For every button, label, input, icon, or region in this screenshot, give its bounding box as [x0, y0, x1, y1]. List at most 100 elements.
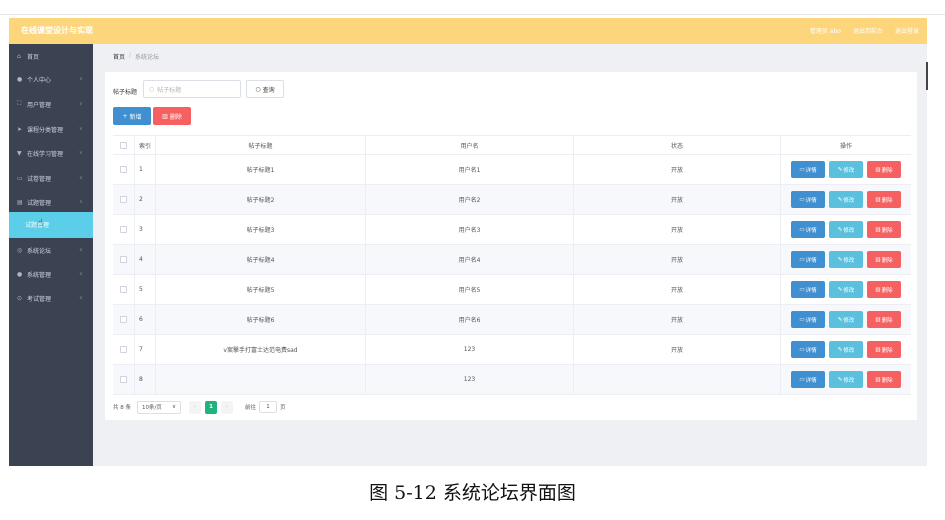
- forum-icon: ◎: [17, 246, 23, 254]
- cell-status: 开放: [574, 155, 781, 184]
- delete-button[interactable]: ▥ 删除: [867, 371, 901, 388]
- detail-button[interactable]: ▭ 详情: [791, 311, 825, 328]
- sidebar-item-exams[interactable]: ⊙ 考试管理 ∨: [9, 288, 93, 308]
- row-checkbox[interactable]: [120, 286, 127, 293]
- pencil-icon: ✎: [837, 316, 843, 323]
- detail-button[interactable]: ▭ 详情: [791, 161, 825, 178]
- table-header-row: 索引 帖子标题 用户名 状态 操作: [113, 135, 911, 155]
- content-panel: 帖子标题 ○ 帖子标题 ○ 查询 + 新增 ▥ 删除 索引 帖子标题 用户名 状…: [105, 72, 917, 420]
- sidebar-item-label: 试题管理: [27, 199, 52, 207]
- add-button[interactable]: + 新增: [113, 107, 151, 125]
- delete-button[interactable]: ▥ 删除: [867, 311, 901, 328]
- breadcrumb-home[interactable]: 首页: [113, 52, 125, 61]
- table-row: 2 帖子标题2 用户名2 开放 ▭ 详情 ✎ 修改 ▥ 删除: [113, 185, 911, 215]
- sidebar-item-label: 试卷管理: [27, 175, 52, 183]
- detail-button[interactable]: ▭ 详情: [791, 191, 825, 208]
- edit-label: 修改: [843, 377, 855, 384]
- sidebar-item-home[interactable]: ⌂ 首页: [9, 46, 93, 66]
- search-input[interactable]: ○ 帖子标题: [143, 80, 241, 98]
- edit-button[interactable]: ✎ 修改: [829, 311, 863, 328]
- detail-button[interactable]: ▭ 详情: [791, 251, 825, 268]
- edit-button[interactable]: ✎ 修改: [829, 251, 863, 268]
- chevron-down-icon: ∨: [79, 150, 83, 156]
- row-checkbox[interactable]: [120, 376, 127, 383]
- edit-button[interactable]: ✎ 修改: [829, 341, 863, 358]
- row-checkbox[interactable]: [120, 256, 127, 263]
- search-label: 帖子标题: [113, 89, 138, 96]
- sidebar-item-papers[interactable]: ▭ 试卷管理 ∨: [9, 168, 93, 188]
- detail-button[interactable]: ▭ 详情: [791, 341, 825, 358]
- sidebar-item-label: 考试管理: [27, 295, 52, 303]
- cell-status: 开放: [574, 245, 781, 274]
- trash-icon: ▥: [875, 346, 881, 353]
- row-checkbox[interactable]: [120, 166, 127, 173]
- search-button-label: 查询: [262, 86, 275, 94]
- chevron-left-icon: ‹: [193, 404, 197, 410]
- next-page-button[interactable]: ›: [221, 400, 233, 414]
- back-home-link[interactable]: 退出到前台: [853, 26, 883, 35]
- search-button[interactable]: ○ 查询: [246, 80, 284, 98]
- filter-icon: ▼: [17, 149, 22, 157]
- chevron-down-icon: ∨: [79, 247, 83, 253]
- row-checkbox[interactable]: [120, 316, 127, 323]
- sidebar-item-forum[interactable]: ◎ 系统论坛 ∨: [9, 240, 93, 260]
- row-checkbox[interactable]: [120, 196, 127, 203]
- chevron-down-icon: ∨: [79, 126, 83, 132]
- edit-button[interactable]: ✎ 修改: [829, 371, 863, 388]
- edit-label: 修改: [843, 257, 855, 264]
- delete-button[interactable]: ▥ 删除: [867, 341, 901, 358]
- top-header: 在线课堂设计与实现 管理员 abo 退出到前台 退出登录: [9, 18, 927, 44]
- delete-label: 删除: [881, 197, 893, 204]
- page-number-current[interactable]: 1: [205, 400, 217, 414]
- delete-button[interactable]: ▥ 删除: [867, 161, 901, 178]
- row-checkbox[interactable]: [120, 346, 127, 353]
- edit-button[interactable]: ✎ 修改: [829, 161, 863, 178]
- cell-index: 8: [135, 365, 156, 394]
- table-row: 6 帖子标题6 用户名6 开放 ▭ 详情 ✎ 修改 ▥ 删除: [113, 305, 911, 335]
- cell-title: [156, 365, 366, 394]
- delete-button[interactable]: ▥ 删除: [867, 251, 901, 268]
- logout-link[interactable]: 退出登录: [895, 26, 919, 35]
- delete-label: 删除: [881, 287, 893, 294]
- sidebar-item-course-category[interactable]: ➤ 课程分类管理 ∨: [9, 119, 93, 139]
- sidebar-item-profile[interactable]: ● 个人中心 ∨: [9, 69, 93, 89]
- user-icon: ●: [17, 75, 23, 83]
- delete-button[interactable]: ▥ 删除: [867, 281, 901, 298]
- detail-button[interactable]: ▭ 详情: [791, 371, 825, 388]
- sidebar-item-questions[interactable]: ▤ 试题管理 ∧: [9, 192, 93, 212]
- sidebar-item-users[interactable]: ⛶ 用户管理 ∨: [9, 94, 93, 114]
- goto-page-input[interactable]: 1: [259, 401, 278, 413]
- row-checkbox[interactable]: [120, 226, 127, 233]
- bulk-delete-button[interactable]: ▥ 删除: [153, 107, 191, 125]
- detail-label: 详情: [805, 377, 817, 384]
- detail-label: 详情: [805, 227, 817, 234]
- sidebar-item-online-learning[interactable]: ▼ 在线学习管理 ∨: [9, 143, 93, 163]
- pencil-icon: ✎: [837, 226, 843, 233]
- detail-button[interactable]: ▭ 详情: [791, 221, 825, 238]
- home-icon: ⌂: [17, 52, 21, 60]
- table-row: 1 帖子标题1 用户名1 开放 ▭ 详情 ✎ 修改 ▥ 删除: [113, 155, 911, 185]
- detail-icon: ▭: [799, 166, 805, 173]
- cell-status: 开放: [574, 335, 781, 364]
- paper-icon: ▭: [17, 174, 23, 182]
- delete-button[interactable]: ▥ 删除: [867, 191, 901, 208]
- page-size-select[interactable]: 10条/页 ∨: [137, 400, 181, 414]
- pencil-icon: ✎: [837, 196, 843, 203]
- search-placeholder: 帖子标题: [157, 86, 182, 94]
- pagination: 共 8 条 10条/页 ∨ ‹ 1 › 前往 1 页: [113, 400, 286, 414]
- detail-button[interactable]: ▭ 详情: [791, 281, 825, 298]
- sidebar-item-system[interactable]: ● 系统管理 ∨: [9, 264, 93, 284]
- sidebar-subitem-questions[interactable]: 试题管理 ☝: [9, 212, 93, 238]
- sidebar-item-label: 系统论坛: [27, 247, 52, 255]
- edit-button[interactable]: ✎ 修改: [829, 221, 863, 238]
- cell-user: 用户名3: [366, 215, 574, 244]
- table-row: 8 123 ▭ 详情 ✎ 修改 ▥ 删除: [113, 365, 911, 395]
- question-icon: ▤: [17, 198, 23, 206]
- edit-button[interactable]: ✎ 修改: [829, 281, 863, 298]
- cell-title: 帖子标题6: [156, 305, 366, 334]
- edit-button[interactable]: ✎ 修改: [829, 191, 863, 208]
- delete-button[interactable]: ▥ 删除: [867, 221, 901, 238]
- prev-page-button[interactable]: ‹: [189, 400, 201, 414]
- cell-status: 开放: [574, 275, 781, 304]
- select-all-checkbox[interactable]: [120, 141, 127, 149]
